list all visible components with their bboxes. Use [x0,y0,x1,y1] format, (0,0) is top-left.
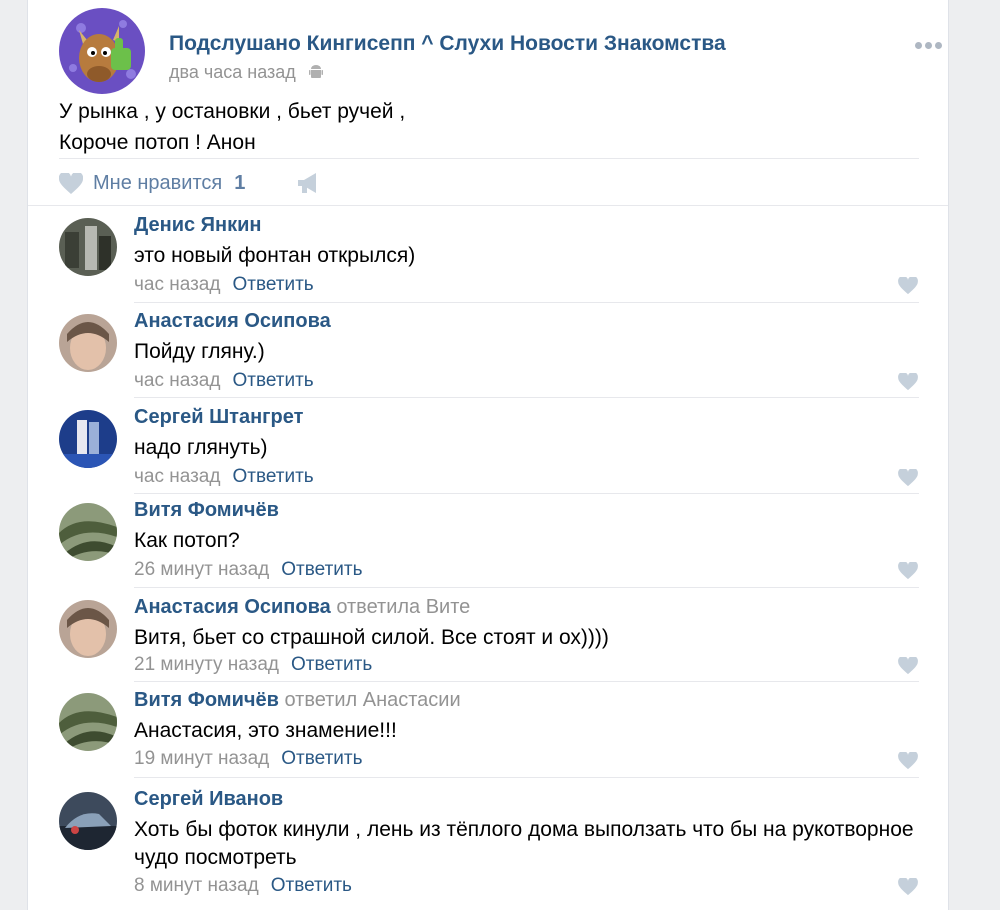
author-name[interactable]: Витя Фомичёв [134,689,279,711]
post-text-line: У рынка , у остановки , бьет ручей , [59,100,406,123]
comment-text: Как потоп? [134,529,240,552]
post-time[interactable]: два часа назад [169,62,323,85]
avatar[interactable] [59,503,117,561]
comment-text: Хоть бы фоток кинули , лень из тёплого д… [134,818,914,869]
post-time-text[interactable]: два часа назад [169,62,296,82]
post-actions: Мне нравится 1 [59,168,919,202]
author-name[interactable]: Сергей Штангрет [134,406,303,428]
like-label: Мне нравится [93,172,223,194]
comment-author: Сергей Штангрет [134,406,303,429]
heart-icon[interactable] [898,469,918,487]
comment-author: Витя Фомичёв [134,499,279,522]
heart-icon[interactable] [898,373,918,391]
divider [134,302,919,303]
avatar[interactable] [59,600,117,658]
comment-text: это новый фонтан открылся) [134,244,416,267]
avatar[interactable] [59,693,117,751]
more-dots-icon[interactable] [915,36,951,50]
reply-button[interactable]: Ответить [232,370,313,391]
like-button[interactable]: Мне нравится 1 [59,172,245,195]
comment: Денис Янкин это новый фонтан открылся) ч… [59,214,919,310]
group-avatar[interactable] [59,8,145,94]
reply-button[interactable]: Ответить [232,274,313,295]
comment: Сергей Штангрет надо глянуть) час назад О… [59,406,919,502]
comment-time[interactable]: 19 минут назад [134,748,269,769]
android-icon [308,64,323,85]
heart-icon[interactable] [898,878,918,896]
comment-meta: 19 минут назад Ответить [134,748,363,770]
comment-time[interactable]: час назад [134,370,220,391]
reply-to[interactable]: ответил Анастасии [284,689,460,711]
reply-button[interactable]: Ответить [232,466,313,487]
comment-author: Витя Фомичёв ответил Анастасии [134,689,461,712]
avatar[interactable] [59,314,117,372]
reply-button[interactable]: Ответить [281,748,362,769]
comment-meta: час назад Ответить [134,466,314,488]
comment: Витя Фомичёв ответил Анастасии Анастасия… [59,689,919,785]
avatar[interactable] [59,792,117,850]
heart-icon[interactable] [898,752,918,770]
comment-author: Анастасия Осипова ответила Вите [134,596,470,619]
comment-text: Анастасия, это знамение!!! [134,719,397,742]
comment: Анастасия Осипова Пойду гляну.) час наза… [59,310,919,406]
divider [134,493,919,494]
divider [134,397,919,398]
reply-to[interactable]: ответила Вите [336,596,470,618]
comment-text: надо глянуть) [134,436,268,459]
comment-time[interactable]: час назад [134,274,220,295]
post-text: У рынка , у остановки , бьет ручей , Кор… [59,96,405,158]
comment-meta: час назад Ответить [134,370,314,392]
author-name[interactable]: Денис Янкин [134,214,262,236]
post-header: Подслушано Кингисепп ^ Слухи Новости Зна… [59,8,942,94]
heart-icon[interactable] [898,657,918,675]
comment-author: Анастасия Осипова [134,310,331,333]
divider [59,158,919,159]
comment-time[interactable]: 8 минут назад [134,875,259,896]
comment-meta: 26 минут назад Ответить [134,559,363,581]
reply-button[interactable]: Ответить [291,654,372,675]
author-name[interactable]: Сергей Иванов [134,788,283,810]
comment-text: Витя, бьет со страшной силой. Все стоят … [134,626,609,649]
avatar[interactable] [59,410,117,468]
divider [134,587,919,588]
avatar[interactable] [59,218,117,276]
author-name[interactable]: Витя Фомичёв [134,499,279,521]
comment-time[interactable]: час назад [134,466,220,487]
comment-author: Денис Янкин [134,214,262,237]
comment: Витя Фомичёв Как потоп? 26 минут назад От… [59,499,919,595]
divider [28,205,948,206]
divider [134,681,919,682]
comment-text: Пойду гляну.) [134,340,265,363]
divider [134,777,919,778]
like-count: 1 [234,172,246,194]
heart-icon[interactable] [898,562,918,580]
comment: Сергей Иванов Хоть бы фоток кинули , лен… [59,788,919,910]
reply-button[interactable]: Ответить [281,559,362,580]
comment-meta: 21 минуту назад Ответить [134,654,372,676]
author-name[interactable]: Анастасия Осипова [134,310,331,332]
group-name[interactable]: Подслушано Кингисепп ^ Слухи Новости Зна… [169,32,726,56]
comment-author: Сергей Иванов [134,788,283,811]
reply-button[interactable]: Ответить [271,875,352,896]
heart-icon[interactable] [898,277,918,295]
author-name[interactable]: Анастасия Осипова [134,596,331,618]
megaphone-icon[interactable] [296,172,322,199]
comment-meta: час назад Ответить [134,274,314,296]
comment-time[interactable]: 21 минуту назад [134,654,279,675]
heart-icon [59,172,83,194]
comment-time[interactable]: 26 минут назад [134,559,269,580]
comment-meta: 8 минут назад Ответить [134,875,352,897]
post-card: Подслушано Кингисепп ^ Слухи Новости Зна… [27,0,949,910]
comment: Анастасия Осипова ответила Вите Витя, бь… [59,596,919,692]
post-text-line: Короче потоп ! Анон [59,131,256,154]
